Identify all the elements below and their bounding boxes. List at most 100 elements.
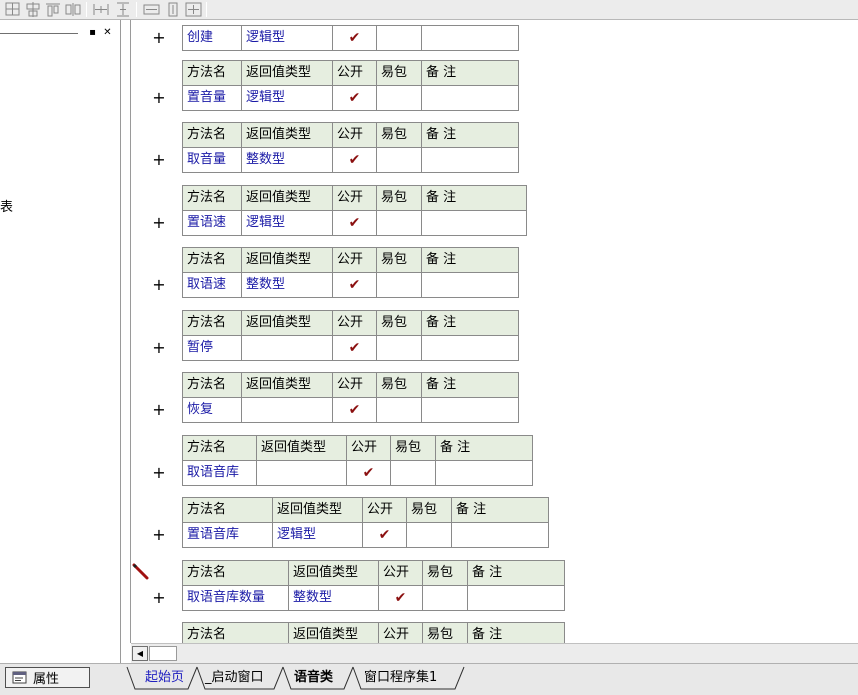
easy-pack-cell[interactable] (376, 147, 422, 173)
return-type-cell[interactable] (241, 335, 333, 361)
return-type-cell[interactable]: 逻辑型 (272, 522, 363, 548)
spacing-icon[interactable] (64, 1, 82, 18)
note-cell[interactable] (451, 522, 549, 548)
width-spacing-icon[interactable] (92, 1, 110, 18)
tab-window-program-set[interactable]: 窗口程序集1 (350, 667, 451, 689)
method-name-cell[interactable]: 恢复 (182, 397, 242, 423)
public-checkbox[interactable]: ✔ (362, 522, 407, 548)
public-checkbox[interactable]: ✔ (332, 25, 377, 51)
note-cell[interactable] (421, 397, 519, 423)
public-checkbox[interactable]: ✔ (378, 585, 423, 611)
scroll-left-icon[interactable]: ◀ (132, 646, 148, 661)
public-checkbox[interactable]: ✔ (332, 85, 377, 111)
header-method-name: 方法名 (182, 60, 242, 86)
return-type-cell[interactable]: 整数型 (241, 272, 333, 298)
easy-pack-cell[interactable] (376, 272, 422, 298)
method-name-cell[interactable]: 取语音库数量 (182, 585, 289, 611)
tab-start-page[interactable]: 起始页 (131, 667, 198, 689)
easy-pack-cell[interactable] (422, 585, 468, 611)
easy-pack-cell[interactable] (376, 397, 422, 423)
header-easy-pack: 易包 (376, 372, 422, 398)
header-easy-pack: 易包 (406, 497, 452, 523)
grid-icon[interactable] (4, 1, 22, 18)
method-name-cell[interactable]: 取音量 (182, 147, 242, 173)
note-cell[interactable] (421, 85, 519, 111)
easy-pack-cell[interactable] (390, 460, 436, 486)
return-type-cell[interactable]: 整数型 (241, 147, 333, 173)
horizontal-scrollbar[interactable]: ◀ (131, 643, 858, 663)
note-cell[interactable] (435, 460, 533, 486)
method-name-cell[interactable]: 创建 (182, 25, 242, 51)
tab-startup-window[interactable]: _启动窗口 (191, 667, 278, 689)
expand-plus-icon[interactable]: + (152, 88, 166, 107)
return-type-cell[interactable]: 逻辑型 (241, 25, 333, 51)
header-return-type: 返回值类型 (288, 560, 379, 586)
easy-pack-cell[interactable] (376, 335, 422, 361)
header-return-type: 返回值类型 (256, 435, 347, 461)
expand-plus-icon[interactable]: + (152, 275, 166, 294)
close-icon[interactable]: ✕ (101, 28, 114, 39)
note-cell[interactable] (421, 272, 519, 298)
expand-plus-icon[interactable]: + (152, 338, 166, 357)
expand-plus-icon[interactable]: + (152, 400, 166, 419)
align-top-icon[interactable] (44, 1, 62, 18)
public-checkbox[interactable]: ✔ (332, 335, 377, 361)
header-public: 公开 (346, 435, 391, 461)
return-type-cell[interactable] (241, 397, 333, 423)
easy-pack-cell[interactable] (406, 522, 452, 548)
gutter-divider (130, 20, 131, 643)
note-cell[interactable] (467, 585, 565, 611)
method-name-cell[interactable]: 置语音库 (182, 522, 273, 548)
method-header-row: 方法名 返回值类型 公开 易包备 注 (182, 560, 565, 586)
method-name-cell[interactable]: 置音量 (182, 85, 242, 111)
expand-plus-icon[interactable]: + (152, 588, 166, 607)
header-return-type: 返回值类型 (272, 497, 363, 523)
method-row: 取音量 整数型 ✔ (182, 147, 519, 173)
expand-plus-icon[interactable]: + (152, 150, 166, 169)
restore-icon[interactable]: ▪ (86, 28, 99, 39)
note-cell[interactable] (421, 147, 519, 173)
method-name-cell[interactable]: 取语音库 (182, 460, 257, 486)
return-type-cell[interactable]: 逻辑型 (241, 210, 333, 236)
public-checkbox[interactable]: ✔ (346, 460, 391, 486)
expand-plus-icon[interactable]: + (152, 213, 166, 232)
expand-plus-icon[interactable]: + (152, 525, 166, 544)
tab-voice-class[interactable]: 语音类 (280, 667, 347, 689)
method-row: 置语速 逻辑型 ✔ (182, 210, 527, 236)
header-easy-pack: 易包 (376, 247, 422, 273)
scroll-thumb[interactable] (149, 646, 177, 661)
note-cell[interactable] (421, 210, 527, 236)
public-checkbox[interactable]: ✔ (332, 397, 377, 423)
easy-pack-cell[interactable] (376, 25, 422, 51)
return-type-cell[interactable] (256, 460, 347, 486)
method-name-cell[interactable]: 取语速 (182, 272, 242, 298)
return-type-cell[interactable]: 整数型 (288, 585, 379, 611)
header-note: 备 注 (421, 310, 519, 336)
height-spacing-icon[interactable] (114, 1, 132, 18)
expand-plus-icon[interactable]: + (152, 28, 166, 47)
easy-pack-cell[interactable] (376, 210, 422, 236)
same-height-icon[interactable] (164, 1, 182, 18)
method-row: 创建 逻辑型 ✔ (182, 25, 519, 51)
header-method-name: 方法名 (182, 247, 242, 273)
same-size-icon[interactable] (184, 1, 202, 18)
note-cell[interactable] (421, 25, 519, 51)
header-return-type: 返回值类型 (241, 60, 333, 86)
method-name-cell[interactable]: 暂停 (182, 335, 242, 361)
method-header-row: 方法名 返回值类型 公开 易包备 注 (182, 185, 527, 211)
property-tab[interactable]: 属性 (5, 667, 90, 688)
method-row: 取语音库 ✔ (182, 460, 533, 486)
header-public: 公开 (332, 310, 377, 336)
note-cell[interactable] (421, 335, 519, 361)
method-name-cell[interactable]: 置语速 (182, 210, 242, 236)
layout-toolbar (0, 0, 858, 20)
header-public: 公开 (362, 497, 407, 523)
easy-pack-cell[interactable] (376, 85, 422, 111)
expand-plus-icon[interactable]: + (152, 463, 166, 482)
same-width-icon[interactable] (142, 1, 160, 18)
align-center-icon[interactable] (24, 1, 42, 18)
return-type-cell[interactable]: 逻辑型 (241, 85, 333, 111)
public-checkbox[interactable]: ✔ (332, 272, 377, 298)
public-checkbox[interactable]: ✔ (332, 210, 377, 236)
public-checkbox[interactable]: ✔ (332, 147, 377, 173)
